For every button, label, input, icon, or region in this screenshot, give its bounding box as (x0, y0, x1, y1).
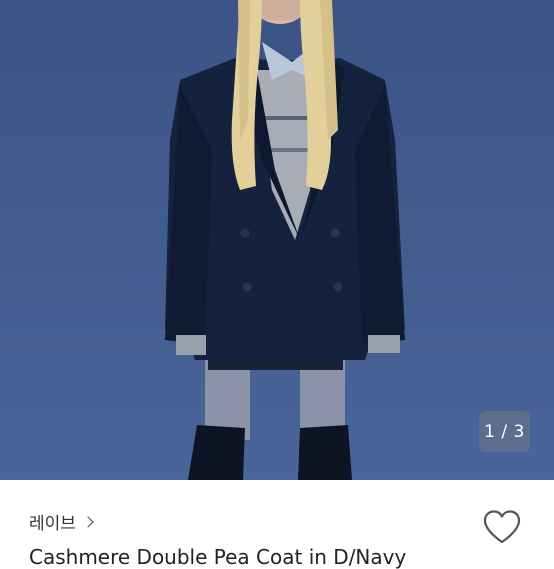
product-image-carousel[interactable]: 1 / 3 (0, 0, 554, 480)
product-title: Cashmere Double Pea Coat in D/Navy (29, 545, 407, 569)
like-button[interactable] (482, 509, 522, 545)
product-photo (0, 0, 554, 480)
image-page-indicator: 1 / 3 (479, 411, 530, 452)
seller-name: 레이브 (29, 514, 76, 534)
product-detail-page: 1 / 3 레이브 Cashmere Double Pea Coat in D/… (0, 0, 554, 569)
heart-outline-icon (483, 510, 521, 544)
product-info: 레이브 Cashmere Double Pea Coat in D/Navy (0, 480, 554, 569)
seller-link[interactable]: 레이브 (29, 509, 94, 534)
chevron-right-icon (82, 516, 94, 528)
